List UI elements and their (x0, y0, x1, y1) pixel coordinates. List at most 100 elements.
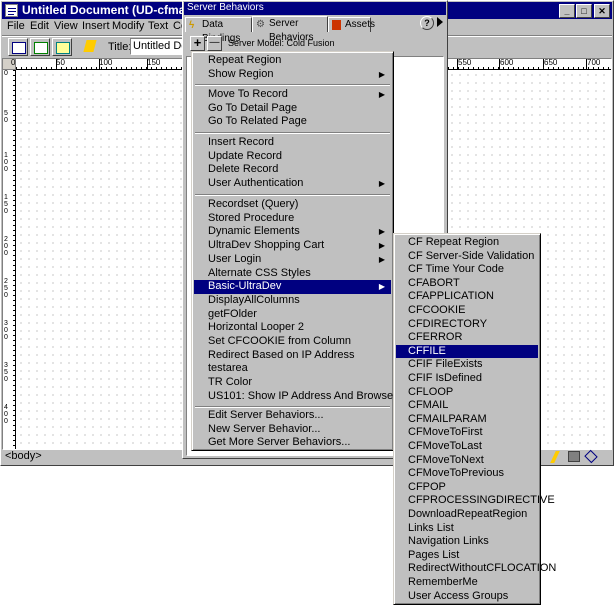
panel-title-bar[interactable]: Server Behaviors (184, 2, 446, 15)
title-input[interactable]: Untitled Docu (130, 38, 186, 55)
submenu-item[interactable]: RememberMe (396, 576, 538, 590)
submenu-item[interactable]: CFLOOP (396, 386, 538, 400)
menu-modify[interactable]: Modify (112, 20, 144, 33)
submenu-item[interactable]: Navigation Links (396, 535, 538, 549)
menu-item[interactable]: User Authentication ▶ (194, 177, 391, 191)
submenu-item-label: CFIF IsDefined (408, 372, 482, 384)
submenu-item[interactable]: CFMoveToPrevious (396, 467, 538, 481)
menu-item[interactable]: US101: Show IP Address And Browser Type (194, 390, 423, 404)
submenu-item[interactable]: CFCOOKIE (396, 304, 538, 318)
menu-item[interactable]: Stored Procedure (194, 212, 391, 226)
submenu-arrow-icon: ▶ (378, 241, 385, 251)
submenu-item[interactable]: Links List (396, 522, 538, 536)
menu-item[interactable]: Get More Server Behaviors... (194, 436, 391, 450)
menu-item[interactable]: Recordset (Query) (194, 198, 391, 212)
ruler-label: 250 (4, 278, 8, 299)
menu-edit[interactable]: Edit (30, 20, 49, 33)
menu-item[interactable]: Go To Detail Page (194, 102, 391, 116)
menu-item[interactable]: New Server Behavior... (194, 423, 391, 437)
tab-data-bindings[interactable]: ϟ Data Bindings (185, 17, 252, 44)
submenu-item[interactable]: CF Repeat Region (396, 236, 538, 250)
menu-file[interactable]: File (7, 20, 25, 33)
menu-item[interactable]: Move To Record ▶ (194, 88, 391, 102)
ruler-label: 200 (4, 236, 8, 257)
bolt-icon[interactable] (550, 451, 560, 463)
submenu-item[interactable]: DownloadRepeatRegion (396, 508, 538, 522)
maximize-icon[interactable]: □ (576, 4, 592, 18)
ruler-label: 0 (4, 70, 8, 77)
submenu-item-label: CFPROCESSINGDIRECTIVE (408, 494, 555, 507)
menu-item[interactable]: Dynamic Elements ▶ (194, 225, 391, 239)
ruler-label: 50 (4, 110, 8, 124)
submenu-item-label: CFPOP (408, 480, 446, 493)
ruler-label: 550 (458, 58, 472, 67)
submenu-item-label: CFMoveToFirst (408, 426, 483, 439)
menu-item[interactable]: Redirect Based on IP Address (194, 349, 391, 363)
menu-view[interactable]: View (54, 20, 78, 33)
ruler-label: 600 (500, 58, 514, 67)
live-data-icon[interactable] (81, 38, 101, 56)
menu-item[interactable]: TR Color (194, 376, 391, 390)
panel-menu-arrow-icon[interactable] (437, 17, 443, 27)
submenu-item[interactable]: CFMoveToNext (396, 454, 538, 468)
menu-item[interactable]: Delete Record (194, 163, 391, 177)
menu-item[interactable]: Set CFCOOKIE from Column (194, 335, 391, 349)
submenu-item[interactable]: RedirectWithoutCFLOCATION (396, 562, 556, 576)
submenu-item[interactable]: Pages List (396, 549, 538, 563)
menu-text[interactable]: Text (148, 20, 168, 33)
submenu-item[interactable]: CFDIRECTORY (396, 318, 538, 332)
menu-item[interactable]: Go To Related Page (194, 115, 391, 129)
help-icon[interactable]: ? (420, 16, 434, 30)
submenu-item[interactable]: CFMoveToFirst (396, 426, 538, 440)
close-icon[interactable]: ✕ (594, 4, 610, 18)
submenu-arrow-icon: ▶ (378, 179, 385, 189)
add-behavior-button[interactable]: + (190, 36, 205, 51)
tab-assets[interactable]: Assets (328, 17, 375, 32)
menu-item-selected[interactable]: Basic-UltraDev ▶ (194, 280, 391, 294)
submenu-item[interactable]: CFABORT (396, 277, 538, 291)
submenu-item[interactable]: CFPROCESSINGDIRECTIVE (396, 494, 555, 508)
ruler-label: 700 (587, 58, 601, 67)
minimize-icon[interactable]: _ (559, 4, 575, 18)
tag-selector[interactable]: <body> (5, 450, 42, 462)
submenu-item[interactable]: CFMAILPARAM (396, 413, 538, 427)
submenu-item[interactable]: User Access Groups (396, 590, 538, 604)
submenu-item[interactable]: CF Server-Side Validation (396, 250, 538, 264)
menu-item[interactable]: Horizontal Looper 2 (194, 321, 391, 335)
submenu-item[interactable]: CFMAIL (396, 399, 538, 413)
menu-item[interactable]: Repeat Region (194, 54, 391, 68)
menu-item[interactable]: Alternate CSS Styles (194, 267, 391, 281)
submenu-item[interactable]: CFIF FileExists (396, 358, 538, 372)
menu-item[interactable]: Update Record (194, 150, 391, 164)
submenu-item[interactable]: CFMoveToLast (396, 440, 538, 454)
submenu-item-selected[interactable]: CFFILE (396, 344, 538, 359)
menu-item[interactable]: getFOlder (194, 308, 391, 322)
menu-item[interactable]: testarea (194, 362, 391, 376)
submenu-item[interactable]: CFAPPLICATION (396, 290, 538, 304)
submenu-item[interactable]: CF Time Your Code (396, 263, 538, 277)
menu-insert[interactable]: Insert (82, 20, 110, 33)
submenu-item[interactable]: CFIF IsDefined (396, 372, 538, 386)
code-nav-icon[interactable] (584, 449, 598, 464)
split-view-icon[interactable] (30, 38, 50, 56)
menu-item[interactable]: Edit Server Behaviors... (194, 409, 391, 423)
server-icon[interactable] (568, 451, 580, 462)
design-view-icon[interactable] (52, 38, 72, 56)
ruler-label: 150 (147, 58, 161, 67)
submenu-item-label: RedirectWithoutCFLOCATION (408, 562, 557, 575)
assets-icon (332, 20, 341, 30)
ruler-label: 100 (4, 152, 8, 173)
code-view-icon[interactable] (8, 38, 28, 56)
menu-item[interactable]: Insert Record (194, 136, 391, 150)
ruler-label: 650 (544, 58, 558, 67)
submenu-item[interactable]: CFPOP (396, 481, 538, 495)
design-grid[interactable] (17, 71, 184, 449)
submenu-item-label: CFMAIL (408, 399, 449, 412)
tab-server-behaviors[interactable]: ⚙ Server Behaviors (252, 16, 328, 43)
menu-item[interactable]: DisplayAllColumns (194, 294, 391, 308)
submenu-item[interactable]: CFERROR (396, 331, 538, 345)
menu-item[interactable]: User Login ▶ (194, 253, 391, 267)
menu-item[interactable]: Show Region ▶ (194, 68, 391, 82)
remove-behavior-button[interactable]: — (207, 36, 222, 51)
menu-item[interactable]: UltraDev Shopping Cart ▶ (194, 239, 391, 253)
